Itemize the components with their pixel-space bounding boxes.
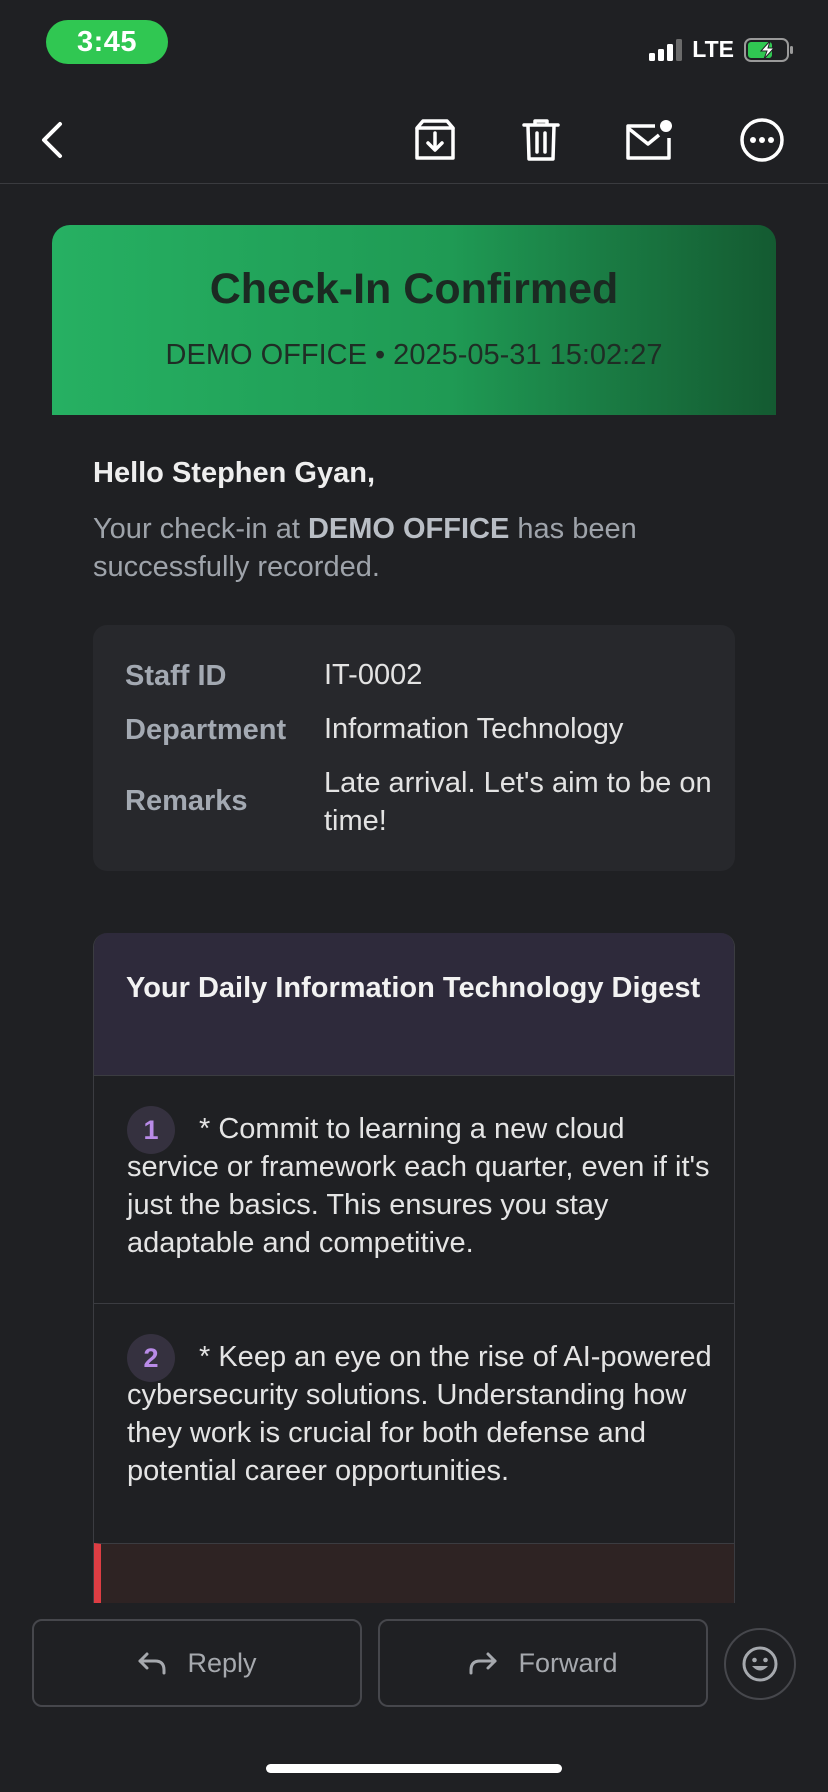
reply-button[interactable]: Reply — [32, 1619, 362, 1707]
trash-icon[interactable] — [515, 114, 567, 166]
home-indicator[interactable] — [266, 1764, 562, 1773]
battery-charging-icon — [744, 37, 794, 62]
emoji-icon — [742, 1646, 778, 1682]
forward-icon — [469, 1652, 497, 1675]
checkin-banner: Check-In Confirmed DEMO OFFICE • 2025-05… — [52, 225, 776, 415]
status-indicators: LTE — [649, 36, 794, 63]
digest-tip: 2 * Keep an eye on the rise of AI-powere… — [94, 1303, 734, 1543]
digest-tip: 1 * Commit to learning a new cloud servi… — [94, 1075, 734, 1303]
archive-icon[interactable] — [409, 114, 461, 166]
tip-text: * Commit to learning a new cloud service… — [127, 1113, 710, 1259]
mark-unread-icon[interactable] — [623, 114, 675, 166]
staff-id-value: IT-0002 — [324, 659, 423, 691]
message-location: DEMO OFFICE — [307, 513, 510, 545]
forward-button[interactable]: Forward — [378, 1619, 708, 1707]
tip-text: * Keep an eye on the rise of AI-powered … — [127, 1341, 712, 1487]
signal-icon — [649, 38, 683, 61]
remarks-label: Remarks — [125, 785, 248, 817]
emoji-button[interactable] — [724, 1628, 796, 1700]
department-label: Department — [125, 714, 287, 746]
status-time: 3:45 — [46, 20, 168, 64]
screen: 3:45 LTE Check-In Confirmed DEMO OFFICE … — [0, 0, 828, 1792]
banner-subtitle: DEMO OFFICE • 2025-05-31 15:02:27 — [165, 339, 663, 371]
digest-card: Your Daily Information Technology Digest… — [93, 933, 735, 1603]
staff-id-label: Staff ID — [125, 660, 227, 692]
digest-title: Your Daily Information Technology Digest — [94, 933, 734, 1075]
back-icon[interactable] — [26, 114, 78, 166]
forward-label: Forward — [518, 1647, 618, 1678]
confirmation-message: Your check-in at DEMO OFFICE has been su… — [93, 510, 753, 586]
status-time-text: 3:45 — [76, 25, 138, 58]
details-card: Staff ID IT-0002 Department Information … — [93, 625, 735, 871]
reply-icon — [138, 1652, 166, 1675]
greeting: Hello Stephen Gyan, — [93, 457, 375, 489]
email-toolbar — [0, 96, 828, 184]
remarks-value: Late arrival. Let's aim to be on time! — [324, 767, 712, 837]
reply-label: Reply — [187, 1647, 257, 1678]
network-label: LTE — [692, 36, 734, 62]
alert-tip — [94, 1543, 734, 1603]
more-icon[interactable] — [736, 114, 788, 166]
banner-title: Check-In Confirmed — [209, 265, 619, 313]
message-prefix: Your check-in at — [93, 513, 308, 545]
email-body[interactable]: Check-In Confirmed DEMO OFFICE • 2025-05… — [0, 185, 828, 1603]
department-value: Information Technology — [324, 713, 624, 745]
